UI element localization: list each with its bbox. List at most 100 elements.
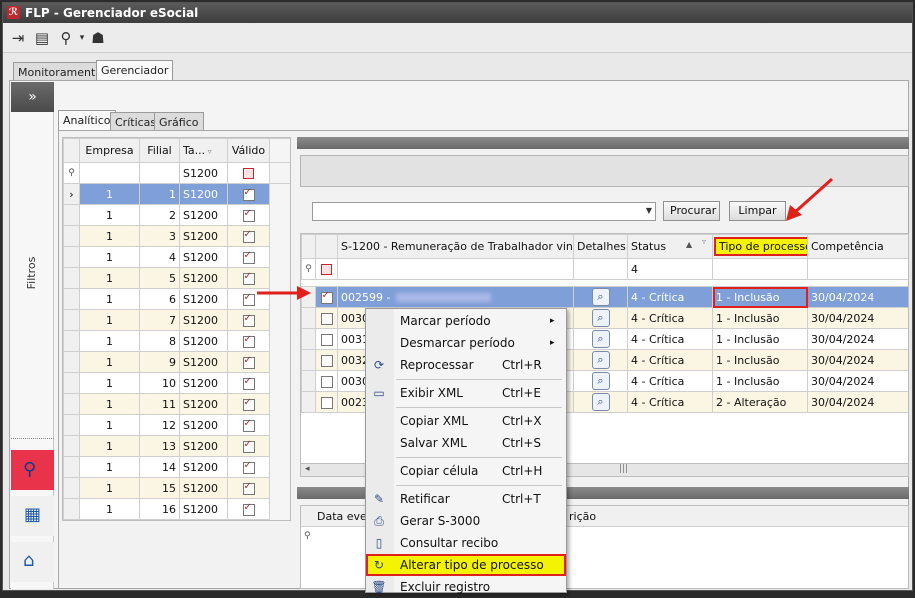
cell-empresa[interactable]: 1 <box>79 204 140 226</box>
exit-icon[interactable]: ⇥ <box>9 29 27 47</box>
cell-filial[interactable]: 4 <box>139 246 180 268</box>
menu-item-excluir-registro[interactable]: 🗑 Excluir registro <box>366 576 566 598</box>
table-row[interactable]: 1 13 S1200 <box>63 435 290 457</box>
cell-status[interactable]: 4 - Crítica <box>627 328 713 350</box>
cell-competencia[interactable]: 30/04/2024 <box>807 391 908 413</box>
cell-tipo[interactable]: S1200 <box>179 309 228 331</box>
scroll-left-icon[interactable]: ◂ <box>305 464 310 474</box>
cell-detalhes[interactable]: ⌕ <box>573 370 628 392</box>
filter-tipo[interactable]: S1200 <box>179 162 228 184</box>
cell-valido[interactable] <box>227 435 270 457</box>
row-checkbox[interactable] <box>320 354 333 367</box>
cell-tipo-processo[interactable]: 1 - Inclusão <box>712 286 808 308</box>
col-empresa[interactable]: Empresa <box>79 138 140 163</box>
table-row[interactable]: 1 3 S1200 <box>63 225 290 247</box>
col-descricao[interactable]: rição <box>569 510 596 523</box>
cell-select[interactable] <box>315 307 338 329</box>
limpar-button[interactable]: Limpar <box>729 201 786 221</box>
col-tipo-processo[interactable]: Tipo de processo <box>712 234 808 259</box>
table-row[interactable]: 1 12 S1200 <box>63 414 290 436</box>
valid-checkbox[interactable] <box>242 460 255 474</box>
cell-detalhes[interactable]: ⌕ <box>573 307 628 329</box>
tab-gerenciador[interactable]: Gerenciador <box>96 60 174 82</box>
details-icon[interactable]: ⌕ <box>591 393 610 411</box>
col-select[interactable] <box>315 234 338 259</box>
cell-select[interactable] <box>315 349 338 371</box>
menu-item-exibir-xml[interactable]: ▭ Exibir XML Ctrl+E <box>366 382 566 404</box>
cell-evento[interactable]: 002599 - <box>337 286 574 308</box>
cell-status[interactable]: 4 - Crítica <box>627 307 713 329</box>
cell-valido[interactable] <box>227 498 270 520</box>
user-icon[interactable]: ☗ <box>89 29 107 47</box>
row-checkbox[interactable] <box>320 396 333 409</box>
cell-select[interactable] <box>315 286 338 308</box>
menu-item-consultar-recibo[interactable]: ▯ Consultar recibo <box>366 532 566 554</box>
cell-status[interactable]: 4 - Crítica <box>627 391 713 413</box>
cell-valido[interactable] <box>227 351 270 373</box>
cell-empresa[interactable]: 1 <box>79 330 140 352</box>
cell-valido[interactable] <box>227 330 270 352</box>
col-tipo[interactable]: Ta... ▿ <box>179 138 228 163</box>
menu-item-copiar-xml[interactable]: Copiar XML Ctrl+X <box>366 410 566 432</box>
cell-tipo[interactable]: S1200 <box>179 393 228 415</box>
cell-select[interactable] <box>315 370 338 392</box>
filter-empresa[interactable] <box>79 162 140 184</box>
table-row[interactable]: 1 8 S1200 <box>63 330 290 352</box>
valid-checkbox[interactable] <box>242 355 255 369</box>
cell-status[interactable]: 4 - Crítica <box>627 286 713 308</box>
cell-empresa[interactable]: 1 <box>79 435 140 457</box>
cell-filial[interactable]: 5 <box>139 267 180 289</box>
valid-checkbox[interactable] <box>242 208 255 222</box>
valid-checkbox[interactable] <box>242 334 255 348</box>
cell-tipo[interactable]: S1200 <box>179 288 228 310</box>
tab-monitoramento[interactable]: Monitoramento <box>13 62 108 82</box>
scroll-thumb-grip[interactable]: ||| <box>619 464 628 474</box>
cell-tipo[interactable]: S1200 <box>179 372 228 394</box>
cell-empresa[interactable]: 1 <box>79 267 140 289</box>
table-row[interactable]: 1 10 S1200 <box>63 372 290 394</box>
valid-checkbox[interactable] <box>242 376 255 390</box>
side-home-button[interactable]: ⌂ <box>11 542 54 582</box>
cell-valido[interactable] <box>227 204 270 226</box>
cell-filial[interactable]: 8 <box>139 330 180 352</box>
cell-tipo-processo[interactable]: 1 - Inclusão <box>712 307 808 329</box>
cell-tipo-processo[interactable]: 2 - Alteração <box>712 391 808 413</box>
cell-empresa[interactable]: 1 <box>79 225 140 247</box>
valid-checkbox[interactable] <box>242 418 255 432</box>
row-checkbox[interactable] <box>320 333 333 346</box>
menu-item-copiar-celula[interactable]: Copiar célula Ctrl+H <box>366 460 566 482</box>
col-status[interactable]: Status ▲ ▿ <box>627 234 713 259</box>
menu-item-desmarcar-periodo[interactable]: Desmarcar período ▸ <box>366 332 566 354</box>
side-film-button[interactable]: ▦ <box>11 496 54 536</box>
cell-valido[interactable] <box>227 477 270 499</box>
cell-tipo[interactable]: S1200 <box>179 330 228 352</box>
cell-tipo[interactable]: S1200 <box>179 435 228 457</box>
cell-filial[interactable]: 14 <box>139 456 180 478</box>
menu-item-marcar-periodo[interactable]: Marcar período ▸ <box>366 310 566 332</box>
valid-checkbox[interactable] <box>242 250 255 264</box>
cell-select[interactable] <box>315 391 338 413</box>
cell-tipo[interactable]: S1200 <box>179 456 228 478</box>
search-combo[interactable]: ▼ <box>312 202 656 221</box>
cell-valido[interactable] <box>227 225 270 247</box>
cell-tipo[interactable]: S1200 <box>179 477 228 499</box>
filter-valido[interactable] <box>227 162 270 184</box>
cell-filial[interactable]: 1 <box>139 183 180 205</box>
cell-filial[interactable]: 10 <box>139 372 180 394</box>
cell-filial[interactable]: 2 <box>139 204 180 226</box>
cell-competencia[interactable]: 30/04/2024 <box>807 286 908 308</box>
col-valido[interactable]: Válido <box>227 138 270 163</box>
filter-status[interactable]: 4 <box>627 258 713 280</box>
filter-detalhes[interactable] <box>573 258 628 280</box>
cell-filial[interactable]: 15 <box>139 477 180 499</box>
filter-tipo-processo[interactable] <box>712 258 808 280</box>
cell-filial[interactable]: 11 <box>139 393 180 415</box>
table-row[interactable]: 1 9 S1200 <box>63 351 290 373</box>
menu-item-gerar-s-3000[interactable]: ⎙ Gerar S-3000 <box>366 510 566 532</box>
filter-evento[interactable] <box>337 258 574 280</box>
cell-detalhes[interactable]: ⌕ <box>573 391 628 413</box>
col-data-evento[interactable]: Data eve <box>317 510 367 523</box>
col-filial[interactable]: Filial <box>139 138 180 163</box>
details-icon[interactable]: ⌕ <box>591 309 610 327</box>
cell-filial[interactable]: 13 <box>139 435 180 457</box>
